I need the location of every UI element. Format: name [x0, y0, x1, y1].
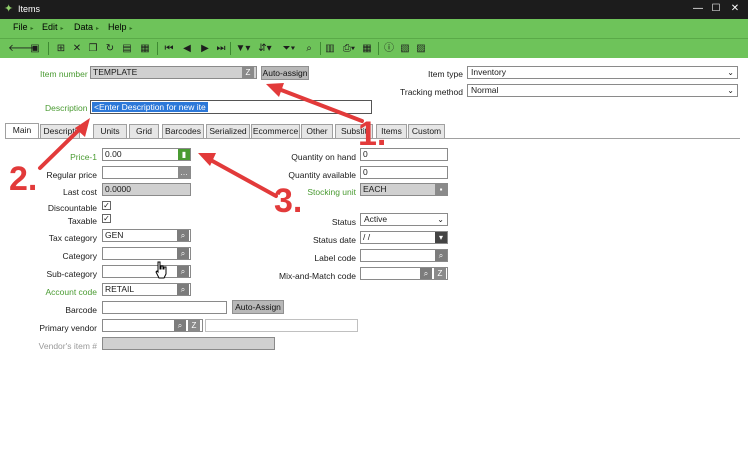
chevron-down-icon: ⌄ — [437, 215, 444, 224]
tab-barcodes[interactable]: Barcodes — [162, 124, 204, 138]
tab-main[interactable]: Main — [5, 123, 39, 138]
chevron-down-icon: ⌄ — [727, 68, 734, 77]
calculator-icon[interactable]: ▦ — [360, 41, 374, 56]
search-icon[interactable]: ⌕ — [435, 250, 447, 261]
next-record-icon[interactable]: ▶ — [198, 41, 212, 56]
more-icon[interactable]: … — [178, 167, 190, 178]
tab-ecommerce[interactable]: Ecommerce — [251, 124, 300, 138]
regular-price-label: Regular price — [46, 170, 97, 180]
search-icon[interactable]: ⌕ — [302, 41, 316, 56]
description-label: Description — [45, 103, 88, 113]
minimize-icon[interactable]: — — [690, 1, 706, 17]
qty-available-label: Quantity available — [288, 170, 356, 180]
search-icon[interactable]: ⌕ — [177, 248, 189, 259]
first-record-icon[interactable]: ⏮ — [162, 41, 176, 56]
search-icon[interactable]: ⌕ — [420, 268, 432, 279]
tab-custom[interactable]: Custom — [408, 124, 445, 138]
tracking-method-label: Tracking method — [400, 87, 463, 97]
menu-file[interactable]: File ▸ — [13, 22, 34, 32]
annotation-step-1: 1. — [358, 115, 387, 153]
barcode-label: Barcode — [65, 305, 97, 315]
auto-assign-button[interactable]: Auto-assign — [261, 66, 309, 80]
tab-units[interactable]: Units — [93, 124, 127, 138]
price-level-icon[interactable]: ▮ — [178, 149, 190, 160]
settings-icon[interactable]: ▨ — [414, 41, 428, 56]
search-icon[interactable]: ⌕ — [177, 230, 189, 241]
annotation-step-3: 3. — [274, 182, 303, 220]
new-icon[interactable]: ⊞ — [54, 41, 68, 56]
tracking-method-select[interactable]: Normal ⌄ — [467, 84, 738, 97]
discountable-label: Discountable — [47, 203, 97, 213]
primary-vendor-label: Primary vendor — [39, 323, 97, 333]
search-icon[interactable]: ⌕ — [177, 266, 189, 277]
copy-icon[interactable]: ❐ — [86, 41, 100, 56]
edit-icon[interactable]: Z — [188, 320, 200, 331]
price1-label: Price-1 — [70, 152, 97, 162]
filter-icon[interactable]: ⏷▾ — [280, 41, 298, 56]
sub-category-label: Sub-category — [46, 269, 97, 279]
vendors-item-field — [102, 337, 275, 350]
tax-category-label: Tax category — [48, 233, 97, 243]
qty-available-field: 0 — [360, 166, 448, 179]
last-cost-field: 0.0000 — [102, 183, 191, 196]
tab-serialized[interactable]: Serialized — [206, 124, 250, 138]
edit-icon[interactable]: Z — [242, 67, 254, 78]
barcode-input[interactable] — [102, 301, 227, 314]
title-bar: ✦ Items — ☐ ✕ — [0, 0, 748, 19]
item-number-field[interactable]: TEMPLATE — [90, 66, 257, 79]
menu-edit[interactable]: Edit ▸ — [42, 22, 64, 32]
bookmark-icon[interactable]: ▼▾ — [234, 41, 252, 56]
menu-help[interactable]: Help ▸ — [108, 22, 133, 32]
chevron-down-icon: ⌄ — [727, 86, 734, 95]
label-code-label: Label code — [314, 253, 356, 263]
help-icon[interactable]: ⓘ — [382, 41, 396, 56]
attachment-icon[interactable]: ▧ — [398, 41, 412, 56]
hand-cursor-icon — [155, 261, 167, 279]
barcode-auto-assign-button[interactable]: Auto-Assign — [232, 300, 284, 314]
taxable-checkbox[interactable]: ✓ — [102, 214, 111, 223]
description-input[interactable]: <Enter Description for new ite — [90, 100, 372, 114]
menu-bar: File ▸ Edit ▸ Data ▸ Help ▸ — [0, 19, 748, 38]
print-icon[interactable]: ⎙▾ — [340, 41, 358, 56]
item-number-label: Item number — [40, 69, 88, 79]
status-date-label: Status date — [312, 235, 356, 245]
delete-icon[interactable]: ✕ — [70, 41, 84, 56]
maximize-icon[interactable]: ☐ — [708, 1, 724, 17]
taxable-label: Taxable — [67, 216, 97, 226]
account-code-label: Account code — [45, 287, 97, 297]
prev-record-icon[interactable]: ◀ — [180, 41, 194, 56]
last-record-icon[interactable]: ⏭ — [214, 41, 228, 56]
last-cost-label: Last cost — [62, 187, 97, 197]
back-arrow-icon[interactable]: 🡐 — [8, 41, 35, 56]
edit-icon[interactable]: ▪ — [435, 184, 447, 195]
status-select[interactable]: Active ⌄ — [360, 213, 448, 226]
clipboard-icon[interactable]: ▤ — [120, 41, 134, 56]
grid-icon[interactable]: ▦ — [138, 41, 152, 56]
save-icon[interactable]: ▣ — [28, 41, 42, 56]
item-type-label: Item type — [428, 69, 463, 79]
qty-on-hand-label: Quantity on hand — [291, 152, 356, 162]
calendar-dropdown-icon[interactable]: ▾ — [435, 232, 447, 243]
sort-icon[interactable]: ⇵▾ — [256, 41, 274, 56]
annotation-step-2: 2. — [9, 160, 38, 198]
vendors-item-label: Vendor's item # — [38, 341, 97, 351]
category-label: Category — [62, 251, 98, 261]
item-type-select[interactable]: Inventory ⌄ — [467, 66, 738, 79]
search-icon[interactable]: ⌕ — [174, 320, 186, 331]
mix-match-label: Mix-and-Match code — [278, 271, 356, 281]
refresh-icon[interactable]: ↻ — [103, 41, 117, 56]
window-title: Items — [18, 4, 41, 14]
search-icon[interactable]: ⌕ — [177, 284, 189, 295]
primary-vendor-name-field — [205, 319, 358, 332]
toolbar: 🡐 ▣ ⊞ ✕ ❐ ↻ ▤ ▦ ⏮ ◀ ▶ ⏭ ▼▾ ⇵▾ ⏷▾ ⌕ ▥ ⎙▾ … — [0, 38, 748, 58]
tab-description[interactable]: Descripti — [40, 124, 80, 138]
menu-data[interactable]: Data ▸ — [74, 22, 99, 32]
close-icon[interactable]: ✕ — [727, 1, 743, 17]
tab-grid[interactable]: Grid — [129, 124, 159, 138]
tab-other[interactable]: Other — [301, 124, 333, 138]
app-icon: ✦ — [4, 3, 14, 15]
edit-icon[interactable]: Z — [434, 268, 446, 279]
report-icon[interactable]: ▥ — [323, 41, 337, 56]
discountable-checkbox[interactable]: ✓ — [102, 201, 111, 210]
